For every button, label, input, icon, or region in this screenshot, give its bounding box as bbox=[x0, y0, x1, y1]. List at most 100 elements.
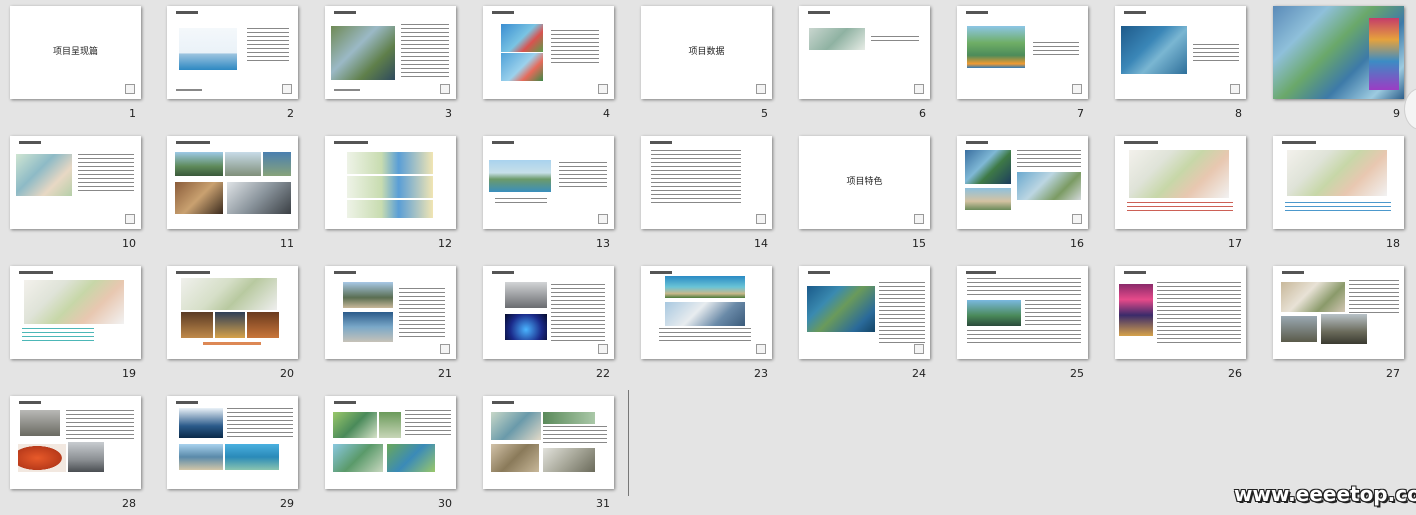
slide-text bbox=[1033, 42, 1079, 58]
logo-icon bbox=[125, 214, 135, 224]
slide-image bbox=[505, 314, 547, 340]
slide-number: 20 bbox=[280, 367, 294, 380]
slide-image bbox=[809, 28, 865, 50]
slide-image bbox=[347, 200, 433, 218]
slide-image bbox=[347, 152, 433, 174]
slide-thumbnail-24[interactable] bbox=[799, 266, 930, 359]
slide-image bbox=[181, 312, 213, 338]
slide-text bbox=[651, 150, 741, 206]
slide-image bbox=[179, 408, 223, 438]
next-arrow-icon[interactable] bbox=[1404, 88, 1416, 130]
logo-icon bbox=[1072, 84, 1082, 94]
slide-thumbnail-28[interactable] bbox=[10, 396, 141, 489]
slide-header bbox=[176, 11, 198, 14]
slide-image bbox=[489, 160, 551, 192]
slide-number: 12 bbox=[438, 237, 452, 250]
slide-title: 项目特色 bbox=[846, 177, 883, 187]
slide-thumbnail-14[interactable] bbox=[641, 136, 772, 229]
slide-number: 29 bbox=[280, 497, 294, 510]
slide-thumbnail-27[interactable] bbox=[1273, 266, 1404, 359]
slide-text bbox=[78, 154, 134, 194]
slide-thumbnail-8[interactable] bbox=[1115, 6, 1246, 99]
slide-text bbox=[66, 410, 134, 440]
slide-number: 28 bbox=[122, 497, 136, 510]
slide-number: 3 bbox=[445, 107, 452, 120]
slide-number: 2 bbox=[287, 107, 294, 120]
slide-text bbox=[227, 408, 293, 438]
slide-text bbox=[967, 278, 1081, 298]
slide-image bbox=[1017, 172, 1081, 200]
slide-image bbox=[181, 278, 277, 310]
slide-header bbox=[808, 11, 830, 14]
slide-image bbox=[179, 444, 223, 470]
slide-thumbnail-29[interactable] bbox=[167, 396, 298, 489]
slide-image bbox=[1281, 282, 1345, 312]
slide-thumbnail-23[interactable] bbox=[641, 266, 772, 359]
slide-thumbnail-2[interactable] bbox=[167, 6, 298, 99]
slide-image bbox=[501, 24, 543, 52]
slide-thumbnail-1[interactable]: 项目呈现篇 bbox=[10, 6, 141, 99]
slide-number: 30 bbox=[438, 497, 452, 510]
slide-thumbnail-16[interactable] bbox=[957, 136, 1088, 229]
slide-image bbox=[24, 280, 124, 324]
slide-image bbox=[501, 53, 543, 81]
slide-header bbox=[334, 141, 368, 144]
slide-text bbox=[405, 410, 451, 438]
slide-header bbox=[334, 11, 356, 14]
slide-text bbox=[22, 328, 94, 342]
slide-number: 11 bbox=[280, 237, 294, 250]
slide-image bbox=[215, 312, 245, 338]
slide-title: 项目数据 bbox=[688, 47, 725, 57]
slide-header bbox=[1282, 271, 1304, 274]
slide-thumbnail-26[interactable] bbox=[1115, 266, 1246, 359]
logo-icon bbox=[1072, 214, 1082, 224]
slide-image bbox=[491, 444, 539, 472]
slide-text bbox=[1157, 282, 1241, 344]
slide-text bbox=[1285, 202, 1391, 212]
slide-thumbnail-30[interactable] bbox=[325, 396, 456, 489]
slide-thumbnail-11[interactable] bbox=[167, 136, 298, 229]
slide-thumbnail-6[interactable] bbox=[799, 6, 930, 99]
slide-image bbox=[333, 412, 377, 438]
slide-thumbnail-25[interactable] bbox=[957, 266, 1088, 359]
slide-number: 31 bbox=[596, 497, 610, 510]
slide-thumbnail-21[interactable] bbox=[325, 266, 456, 359]
slide-image bbox=[967, 300, 1021, 326]
slide-text bbox=[203, 342, 261, 345]
slide-header bbox=[492, 141, 514, 144]
slide-image bbox=[543, 448, 595, 472]
logo-icon bbox=[125, 84, 135, 94]
slide-image bbox=[491, 412, 541, 440]
slide-image bbox=[263, 152, 291, 176]
slide-thumbnail-10[interactable] bbox=[10, 136, 141, 229]
slide-thumbnail-20[interactable] bbox=[167, 266, 298, 359]
slide-thumbnail-12[interactable] bbox=[325, 136, 456, 229]
slide-image bbox=[387, 444, 435, 472]
slide-thumbnail-31[interactable] bbox=[483, 396, 614, 489]
slide-text bbox=[1017, 150, 1081, 168]
logo-icon bbox=[914, 84, 924, 94]
slide-image bbox=[175, 152, 223, 176]
slide-thumbnail-7[interactable] bbox=[957, 6, 1088, 99]
slide-header bbox=[19, 401, 41, 404]
slide-thumbnail-17[interactable] bbox=[1115, 136, 1246, 229]
slide-number: 18 bbox=[1386, 237, 1400, 250]
slide-header bbox=[19, 271, 53, 274]
slide-title: 项目呈现篇 bbox=[52, 47, 98, 57]
slide-thumbnail-15[interactable]: 项目特色 bbox=[799, 136, 930, 229]
slide-thumbnail-13[interactable] bbox=[483, 136, 614, 229]
slide-text bbox=[551, 30, 599, 64]
slide-image bbox=[247, 312, 279, 338]
slide-text bbox=[247, 28, 289, 64]
slide-thumbnail-5[interactable]: 项目数据 bbox=[641, 6, 772, 99]
slide-thumbnail-22[interactable] bbox=[483, 266, 614, 359]
slide-thumbnail-19[interactable] bbox=[10, 266, 141, 359]
slide-number: 10 bbox=[122, 237, 136, 250]
slide-thumbnail-3[interactable] bbox=[325, 6, 456, 99]
slide-thumbnail-18[interactable] bbox=[1273, 136, 1404, 229]
logo-icon bbox=[282, 84, 292, 94]
slide-footer bbox=[334, 89, 360, 91]
slide-thumbnail-9[interactable] bbox=[1273, 6, 1404, 99]
slide-number: 15 bbox=[912, 237, 926, 250]
slide-thumbnail-4[interactable] bbox=[483, 6, 614, 99]
